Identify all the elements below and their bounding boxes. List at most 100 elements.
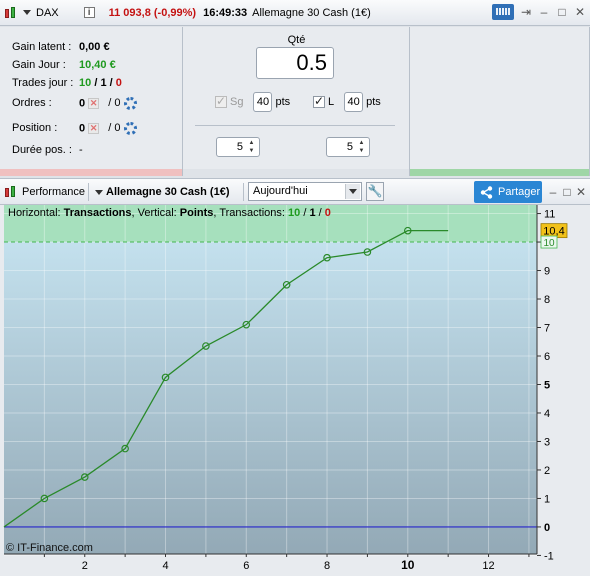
candlestick-icon	[4, 185, 18, 199]
gain-stripe	[410, 169, 589, 176]
y-axis: -1 0 1 2 3 4 5 6 7 8 9 10 11	[536, 205, 556, 562]
minimize-icon[interactable]: –	[547, 186, 559, 198]
performance-chart: -101234567891011 24681012 10,410 Horizon…	[0, 205, 590, 576]
stop-loss-checkbox[interactable]	[215, 94, 227, 108]
right-spinner-arrows[interactable]: ▲ ▼	[356, 140, 367, 154]
perf-contract-name[interactable]: Allemagne 30 Cash (1€)	[106, 186, 230, 198]
y-tick-label: 6	[544, 351, 550, 363]
close-position-icon[interactable]: ✕	[88, 123, 100, 134]
trades-win: 1	[100, 77, 107, 89]
y-tick-label: 0	[544, 522, 550, 534]
share-button[interactable]: Partager	[474, 181, 542, 203]
top-window-titlebar: DAX i 11 093,8 (-0,99%) 16:49:33 Allemag…	[0, 0, 590, 26]
wrench-icon[interactable]: 🔧	[366, 182, 384, 201]
duree-label: Durée pos. :	[12, 144, 72, 156]
neutral-stripe	[183, 169, 409, 176]
close-icon[interactable]: ✕	[574, 6, 586, 18]
instrument-name[interactable]: DAX	[36, 7, 59, 19]
pin-icon[interactable]: ⇥	[520, 6, 532, 18]
cancel-orders-icon[interactable]: ✕	[88, 98, 100, 109]
gain-jour-value: 10,40 €	[79, 59, 116, 71]
x-tick-label: 10	[401, 558, 415, 572]
ordres-value: 0 ✕ / 0	[79, 97, 137, 110]
stop-loss-group: Sg 40 pts	[215, 92, 290, 112]
y-tick-label: 8	[544, 294, 550, 306]
gain-latent-label: Gain latent :	[12, 41, 72, 53]
legend-horizontal: Transactions	[63, 207, 132, 219]
legend-loss: 0	[324, 207, 331, 219]
position-count: 0	[79, 122, 86, 135]
order-entry-panel: Qté 0.5 Sg 40 pts L 40 pts 5 ▲▼ 5 ▲▼	[183, 27, 410, 176]
legend-total: 10	[288, 207, 301, 219]
gain-latent-value: 0,00 €	[79, 41, 110, 53]
limit-unit: pts	[366, 96, 381, 108]
right-panel	[410, 27, 590, 176]
titlebar-separator	[243, 183, 244, 201]
ordres-row: Ordres : 0 ✕ / 0	[12, 97, 137, 110]
position-label: Position :	[12, 122, 58, 134]
trades-total: 10	[79, 77, 92, 89]
left-spinner[interactable]: 5 ▲ ▼	[216, 137, 260, 157]
left-spinner-arrows[interactable]: ▲ ▼	[246, 140, 257, 154]
period-select-value: Aujourd'hui	[253, 185, 308, 197]
keyboard-icon[interactable]	[492, 4, 514, 20]
x-tick-label: 12	[482, 560, 494, 572]
limit-group: L 40 pts	[313, 92, 381, 112]
legend-mid: , Vertical:	[131, 207, 180, 219]
trades-jour-label: Trades jour :	[12, 77, 74, 89]
ordres-count: 0	[79, 97, 86, 110]
maximize-icon[interactable]: □	[556, 6, 568, 18]
right-spinner[interactable]: 5 ▲ ▼	[326, 137, 370, 157]
position-value: 0 ✕ / 0	[79, 122, 137, 135]
quantity-input[interactable]: 0.5	[256, 47, 334, 79]
candlestick-icon	[4, 6, 18, 20]
divider	[195, 125, 395, 126]
share-icon	[480, 186, 493, 199]
x-tick-label: 4	[162, 560, 168, 572]
info-icon[interactable]: i	[83, 7, 95, 18]
trades-loss: 0	[115, 77, 122, 89]
qte-label: Qté	[287, 34, 306, 46]
ordres-total: / 0	[108, 97, 121, 110]
limit-label: L	[328, 96, 335, 108]
gain-jour-label: Gain Jour :	[12, 59, 66, 71]
chevron-down-icon[interactable]	[345, 184, 360, 199]
duree-value: -	[79, 144, 83, 156]
left-spinner-value: 5	[236, 141, 243, 153]
contract-dropdown-arrow[interactable]	[95, 190, 103, 195]
gain-latent-row: Gain latent : 0,00 €	[12, 41, 110, 53]
gear-icon[interactable]	[123, 122, 137, 135]
share-label: Partager	[498, 186, 541, 198]
price-change: 11 093,8 (-0,99%)	[108, 6, 197, 19]
y-tick-label: 3	[544, 436, 550, 448]
position-total: / 0	[108, 122, 121, 135]
x-tick-label: 6	[243, 560, 249, 572]
value-labels: 10,410	[540, 223, 568, 249]
close-icon[interactable]: ✕	[575, 186, 587, 198]
performance-title: Performance	[22, 186, 85, 198]
performance-titlebar: Performance Allemagne 30 Cash (1€) Aujou…	[0, 178, 590, 205]
plot-background	[4, 205, 537, 554]
limit-input[interactable]: 40	[344, 92, 364, 112]
right-spinner-value: 5	[346, 141, 353, 153]
minimize-icon[interactable]: –	[538, 6, 550, 18]
y-tick-label: 4	[544, 408, 550, 420]
trades-sep-2: /	[109, 77, 113, 89]
clock-time: 16:49:33	[203, 6, 248, 19]
stop-loss-input[interactable]: 40	[253, 92, 273, 112]
period-select[interactable]: Aujourd'hui	[248, 182, 362, 201]
legend-sep-2: /	[315, 207, 325, 219]
maximize-icon[interactable]: □	[561, 186, 573, 198]
gain-jour-row: Gain Jour : 10,40 €	[12, 59, 116, 71]
gear-icon[interactable]	[123, 97, 137, 110]
trades-sep-1: /	[94, 77, 98, 89]
titlebar-separator	[88, 183, 89, 201]
limit-checkbox[interactable]	[313, 94, 325, 108]
stop-loss-unit: pts	[275, 96, 291, 108]
chart-legend: Horizontal: Transactions, Vertical: Poin…	[8, 207, 331, 219]
instrument-dropdown-arrow[interactable]	[23, 10, 31, 15]
contract-name: Allemagne 30 Cash (1€)	[252, 6, 371, 19]
account-stats-panel: Gain latent : 0,00 € Gain Jour : 10,40 €…	[0, 27, 183, 176]
y-tick-label: 7	[544, 323, 550, 335]
order-window-body: Gain latent : 0,00 € Gain Jour : 10,40 €…	[0, 27, 590, 176]
